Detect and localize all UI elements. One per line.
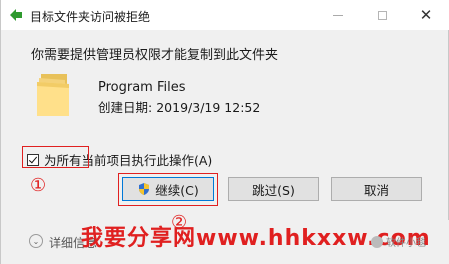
copy-arrow-icon bbox=[10, 9, 22, 21]
folder-icon bbox=[37, 74, 69, 116]
minimize-icon bbox=[333, 14, 343, 16]
brand-watermark: 软件小毯 bbox=[371, 234, 426, 249]
minimize-button[interactable] bbox=[316, 0, 360, 30]
created-date-label: 创建日期: bbox=[98, 100, 153, 115]
annotation-outline-checkbox bbox=[22, 146, 89, 168]
brand-watermark-text: 软件小毯 bbox=[386, 238, 426, 249]
cancel-button[interactable]: 取消 bbox=[331, 177, 422, 201]
created-date-value: 2019/3/19 12:52 bbox=[156, 100, 261, 115]
window-title: 目标文件夹访问被拒绝 bbox=[30, 10, 151, 24]
cancel-button-label: 取消 bbox=[363, 182, 389, 198]
maximize-icon bbox=[377, 10, 387, 20]
skip-button[interactable]: 跳过(S) bbox=[228, 177, 319, 201]
annotation-marker-1: ① bbox=[30, 175, 47, 196]
dialog-window: 目标文件夹访问被拒绝 ✕ 你需要提供管理员权限才能复制到此文件夹 Program… bbox=[0, 0, 449, 264]
annotation-outline-continue bbox=[118, 173, 218, 206]
skip-button-label: 跳过(S) bbox=[252, 182, 295, 198]
permission-prompt: 你需要提供管理员权限才能复制到此文件夹 bbox=[31, 48, 279, 63]
close-icon: ✕ bbox=[419, 5, 433, 24]
title-bar[interactable]: 目标文件夹访问被拒绝 ✕ bbox=[1, 0, 449, 30]
folder-name: Program Files bbox=[98, 80, 186, 95]
folder-created-date: 创建日期: 2019/3/19 12:52 bbox=[98, 97, 260, 116]
maximize-button[interactable] bbox=[360, 0, 404, 30]
close-button[interactable]: ✕ bbox=[404, 0, 448, 30]
chevron-down-icon[interactable]: ⌄ bbox=[29, 234, 43, 248]
brand-logo-icon bbox=[371, 235, 383, 248]
